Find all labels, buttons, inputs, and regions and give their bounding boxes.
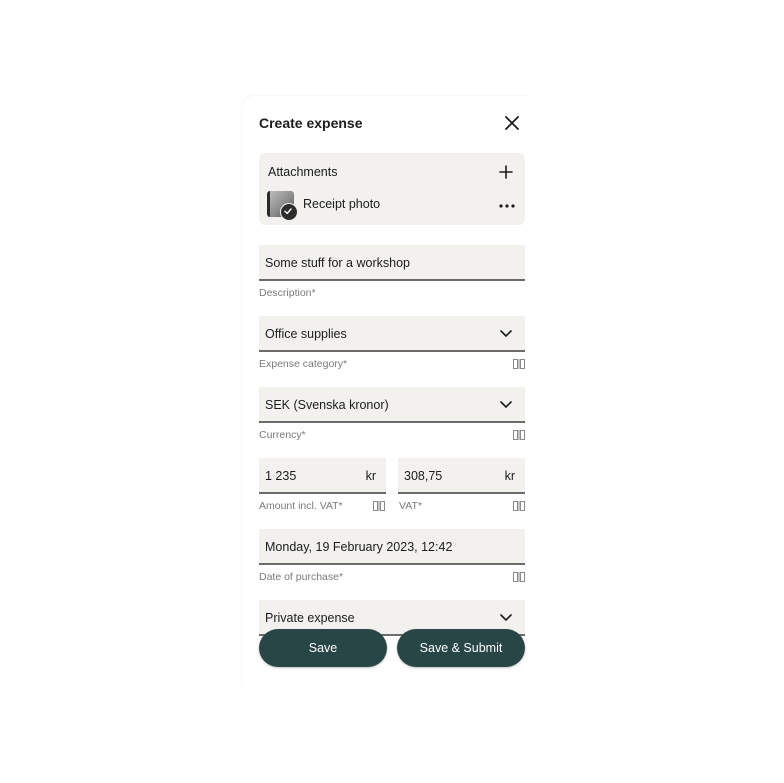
split-view-icon[interactable]	[513, 430, 525, 440]
attachments-panel: Attachments Receipt photo	[259, 153, 525, 225]
date-of-purchase-input[interactable]: Monday, 19 February 2023, 12:42	[259, 529, 525, 565]
currency-select[interactable]: SEK (Svenska kronor)	[259, 387, 525, 423]
split-view-icon[interactable]	[373, 501, 385, 511]
vat-label: VAT*	[399, 500, 422, 512]
vat-value: 308,75	[404, 469, 443, 483]
description-input[interactable]: Some stuff for a workshop	[259, 245, 525, 281]
chevron-down-icon	[500, 614, 512, 621]
close-icon	[505, 116, 519, 130]
plus-icon	[499, 165, 513, 179]
split-view-icon[interactable]	[513, 572, 525, 582]
description-label: Description*	[259, 287, 316, 299]
amount-value: 1 235	[265, 469, 297, 483]
save-button[interactable]: Save	[259, 629, 387, 667]
save-and-submit-button[interactable]: Save & Submit	[397, 629, 525, 667]
add-attachment-button[interactable]	[498, 164, 514, 180]
expense-category-value: Office supplies	[265, 327, 347, 341]
attachment-menu-button[interactable]	[497, 199, 517, 211]
expense-category-label: Expense category*	[259, 358, 348, 370]
amount-input[interactable]: 1 235 kr	[259, 458, 386, 494]
vat-input[interactable]: 308,75 kr	[398, 458, 525, 494]
dialog-title: Create expense	[259, 115, 363, 131]
amount-label: Amount incl. VAT*	[259, 500, 343, 512]
vat-unit: kr	[504, 469, 515, 483]
attachment-item[interactable]: Receipt photo	[267, 191, 517, 221]
description-value: Some stuff for a workshop	[265, 256, 410, 270]
date-label: Date of purchase*	[259, 571, 344, 583]
currency-label: Currency*	[259, 429, 306, 441]
chevron-down-icon	[500, 401, 512, 408]
date-value: Monday, 19 February 2023, 12:42	[265, 540, 453, 554]
currency-value: SEK (Svenska kronor)	[265, 398, 389, 412]
check-circle-icon	[280, 203, 298, 221]
split-view-icon[interactable]	[513, 501, 525, 511]
attachments-title: Attachments	[268, 165, 338, 179]
split-view-icon[interactable]	[513, 359, 525, 369]
expense-type-value: Private expense	[265, 611, 355, 625]
amount-unit: kr	[365, 469, 376, 483]
chevron-down-icon	[500, 330, 512, 337]
more-horizontal-icon	[499, 204, 515, 208]
attachment-name: Receipt photo	[303, 197, 381, 211]
expense-category-select[interactable]: Office supplies	[259, 316, 525, 352]
close-button[interactable]	[503, 114, 521, 132]
